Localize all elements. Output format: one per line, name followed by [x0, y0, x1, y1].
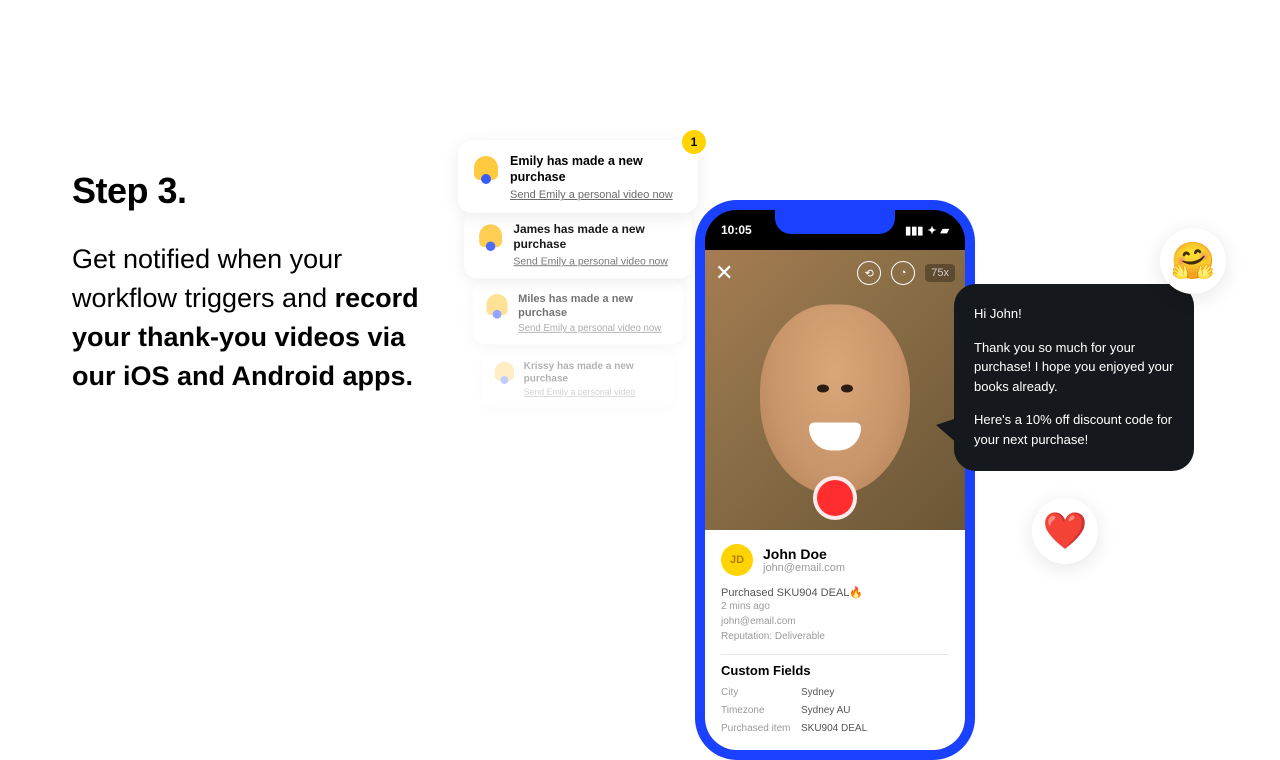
heart-emoji: ❤️	[1032, 498, 1098, 564]
phone-notch	[775, 210, 895, 234]
customer-name: John Doe	[763, 546, 845, 562]
notification-title: Miles has made a new purchase	[518, 292, 669, 320]
notification-card[interactable]: James has made a new purchase Send Emily…	[464, 209, 692, 279]
notification-action-link[interactable]: Send Emily a personal video now	[518, 323, 669, 334]
hugging-face-emoji: 🤗	[1160, 228, 1226, 294]
notification-title: Krissy has made a new purchase	[524, 360, 662, 385]
notification-stack: 1 Emily has made a new purchase Send Emi…	[458, 140, 698, 433]
step-body: Get notified when your workflow triggers…	[72, 240, 452, 397]
speech-line: Hi John!	[974, 304, 1174, 324]
speech-bubble: Hi John! Thank you so much for your purc…	[954, 284, 1194, 471]
zoom-indicator[interactable]: 75x	[925, 264, 955, 282]
cf-key: City	[721, 684, 801, 702]
custom-fields-heading: Custom Fields	[721, 663, 949, 678]
close-icon[interactable]: ✕	[715, 260, 733, 286]
custom-field-row: Purchased item SKU904 DEAL	[721, 720, 949, 738]
camera-viewfinder: ✕ ⟲ ◔ 75x	[705, 250, 965, 530]
phone-mockup: 10:05 ▮▮▮ ✦ ▰ ✕ ⟲ ◔ 75x JD John Doe jo	[695, 200, 975, 760]
speech-line: Here's a 10% off discount code for your …	[974, 410, 1174, 449]
custom-field-row: Timezone Sydney AU	[721, 702, 949, 720]
bell-icon	[477, 223, 504, 250]
notification-action-link[interactable]: Send Emily a personal video now	[513, 256, 676, 267]
avatar: JD	[721, 544, 753, 576]
custom-field-row: City Sydney	[721, 684, 949, 702]
customer-panel: JD John Doe john@email.com Purchased SKU…	[705, 530, 965, 750]
reputation-line: Reputation: Deliverable	[721, 629, 949, 644]
bell-icon	[485, 292, 510, 317]
flip-camera-icon[interactable]: ⟲	[857, 261, 881, 285]
wifi-icon: ✦	[927, 224, 936, 237]
notification-card[interactable]: Krissy has made a new purchase Send Emil…	[482, 349, 674, 408]
divider	[721, 654, 949, 655]
cf-value: Sydney AU	[801, 702, 850, 720]
purchase-time: 2 mins ago	[721, 599, 949, 614]
purchase-email: john@email.com	[721, 614, 949, 629]
cf-value: SKU904 DEAL	[801, 720, 867, 738]
customer-email: john@email.com	[763, 562, 845, 574]
cf-value: Sydney	[801, 684, 834, 702]
signal-icon: ▮▮▮	[905, 224, 923, 237]
notification-badge: 1	[682, 130, 706, 154]
cf-key: Timezone	[721, 702, 801, 720]
step-body-plain: Get notified when your workflow triggers…	[72, 244, 342, 313]
notification-card[interactable]: 1 Emily has made a new purchase Send Emi…	[458, 140, 698, 213]
notification-action-link[interactable]: Send Emily a personal video	[524, 388, 662, 398]
status-time: 10:05	[721, 223, 752, 237]
notification-title: James has made a new purchase	[513, 223, 676, 253]
record-button[interactable]	[813, 476, 857, 520]
notification-title: Emily has made a new purchase	[510, 154, 682, 185]
speech-line: Thank you so much for your purchase! I h…	[974, 338, 1174, 397]
step-heading: Step 3.	[72, 170, 452, 212]
bell-icon	[493, 360, 515, 382]
fire-icon: 🔥	[849, 587, 863, 599]
notification-card[interactable]: Miles has made a new purchase Send Emily…	[472, 279, 683, 343]
cf-key: Purchased item	[721, 720, 801, 738]
bell-icon	[472, 154, 500, 182]
purchase-line: Purchased SKU904 DEAL🔥	[721, 586, 949, 599]
step-copy: Step 3. Get notified when your workflow …	[72, 170, 452, 397]
battery-icon: ▰	[941, 224, 949, 237]
notification-action-link[interactable]: Send Emily a personal video now	[510, 189, 682, 201]
timer-icon[interactable]: ◔	[891, 261, 915, 285]
